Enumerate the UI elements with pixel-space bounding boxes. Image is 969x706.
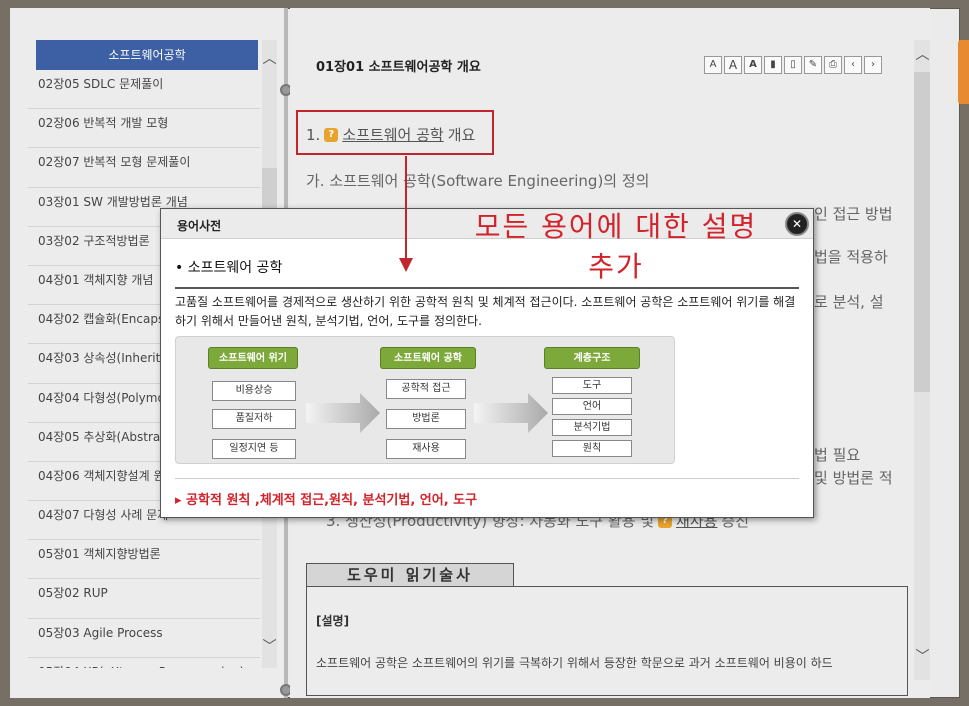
diagram-cell: 품질저하 [212, 409, 296, 429]
bookmark-icon[interactable]: ▮ [764, 56, 782, 74]
concept-diagram: 소프트웨어 위기 비용상승 품질저하 일정지연 등 소프트웨어 공학 공학적 접… [175, 336, 675, 464]
annotation-note: 모든 용어에 대한 설명 추가 [456, 207, 776, 287]
font-larger-icon[interactable]: A [724, 56, 742, 74]
document-title: 01장01 소프트웨어공학 개요 [316, 60, 481, 75]
toc-item[interactable]: 05장02 RUP [28, 579, 260, 619]
section-heading: 1. ? 소프트웨어 공학 개요 [306, 124, 475, 145]
diagram-cell: 도구 [552, 377, 632, 394]
toc-item[interactable]: 02장07 반복적 모형 문제풀이 [28, 148, 260, 188]
helper-tab: 도우미 읽기술사 [306, 563, 514, 587]
divider [175, 478, 799, 479]
toc-item[interactable]: 02장06 반복적 개발 모형 [28, 109, 260, 149]
next-icon[interactable]: › [864, 56, 882, 74]
popup-title: 용어사전 [177, 219, 222, 233]
toc-title: 소프트웨어공학 [36, 40, 258, 70]
toc-item[interactable]: 02장05 SDLC 문제풀이 [28, 70, 260, 110]
heading-suffix: 개요 [447, 126, 476, 144]
keyword-list: ▸ 공학적 원칙 ,체계적 접근,원칙, 분석기법, 언어, 도구 [175, 493, 478, 508]
toc-item[interactable]: 05장03 Agile Process [28, 619, 260, 658]
diagram-header: 계층구조 [544, 347, 640, 369]
helper-body: 소프트웨어 공학은 소프트웨어의 위기를 극복하기 위해서 등장한 학문으로 과… [316, 656, 833, 670]
body-text-fragment: 및 방법론 적 [814, 469, 893, 487]
side-tab-handle[interactable] [958, 40, 969, 104]
diagram-header: 소프트웨어 위기 [208, 347, 298, 369]
annotation-line: 추가 [588, 250, 644, 283]
diagram-cell: 재사용 [386, 439, 466, 459]
diagram-header: 소프트웨어 공학 [380, 347, 476, 369]
body-text-fragment: 법을 적용하 [814, 248, 888, 266]
diagram-cell: 분석기법 [552, 419, 632, 436]
annotation-arrowhead [399, 258, 413, 272]
diagram-cell: 언어 [552, 398, 632, 415]
diagram-cell: 비용상승 [212, 381, 296, 401]
term-title: • 소프트웨어 공학 [175, 260, 283, 276]
bookmark-list-icon[interactable]: ▯ [784, 56, 802, 74]
section-a-title: 가. 소프트웨어 공학(Software Engineering)의 정의 [306, 172, 650, 190]
annotation-line: 모든 용어에 대한 설명 [474, 210, 758, 243]
scroll-up-icon[interactable]: ︿ [915, 48, 930, 63]
print-icon[interactable]: ⎙ [824, 56, 842, 74]
content-scrollbar-thumb[interactable] [914, 72, 930, 392]
scroll-up-icon[interactable]: ︿ [262, 52, 277, 67]
diagram-cell: 공학적 접근 [386, 379, 466, 399]
memo-icon[interactable]: ✎ [804, 56, 822, 74]
glossary-icon[interactable]: ? [324, 127, 339, 142]
diagram-arrow [306, 393, 380, 433]
body-text-fragment: 인 접근 방법 [814, 205, 893, 223]
toc-item[interactable]: 05장01 객체지향방법론 [28, 540, 260, 580]
document-toolbar: A A A ▮ ▯ ✎ ⎙ ‹ › [704, 56, 882, 74]
toc-item[interactable]: 05장04 XP(eXtreme Programming) [28, 658, 260, 668]
heading-number: 1. [306, 125, 321, 144]
helper-label: [설명] [316, 614, 350, 628]
term-definition: 고품질 소프트웨어를 경제적으로 생산하기 위한 공학적 원칙 및 체계적 접근… [175, 295, 796, 328]
annotation-arrow [405, 156, 407, 260]
font-reset-icon[interactable]: A [744, 56, 762, 74]
diagram-cell: 원칙 [552, 440, 632, 457]
diagram-arrow [474, 393, 548, 433]
helper-box [306, 586, 908, 696]
body-text-fragment: 법 필요 [814, 446, 861, 464]
font-smaller-icon[interactable]: A [704, 56, 722, 74]
diagram-cell: 일정지연 등 [212, 439, 296, 459]
glossary-term-link[interactable]: 소프트웨어 공학 [342, 124, 443, 145]
divider [175, 287, 799, 289]
body-text-fragment: 로 분석, 설 [814, 293, 884, 311]
diagram-cell: 방법론 [386, 409, 466, 429]
scroll-down-icon[interactable]: ﹀ [915, 650, 930, 665]
close-icon[interactable]: ✕ [785, 212, 809, 236]
scroll-down-icon[interactable]: ﹀ [262, 640, 277, 655]
prev-icon[interactable]: ‹ [844, 56, 862, 74]
